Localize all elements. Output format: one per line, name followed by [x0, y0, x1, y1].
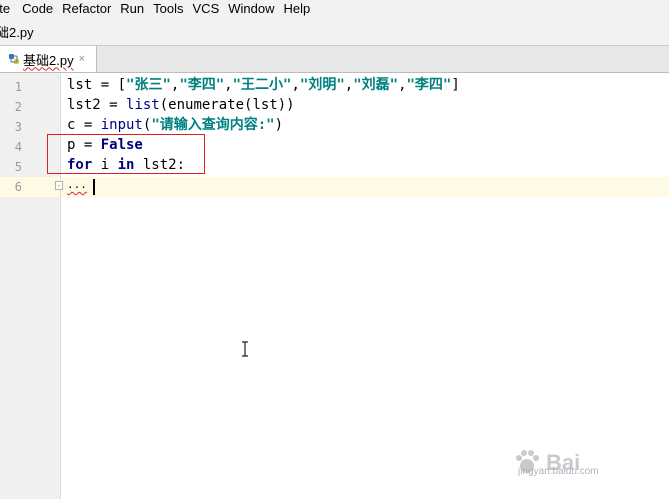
code-token: ... [67, 178, 87, 191]
menu-run[interactable]: Run [114, 1, 147, 16]
string-literal: "刘磊" [353, 77, 399, 93]
string-literal: "李四" [179, 77, 225, 93]
code-token: (enumerate(lst)) [159, 97, 295, 113]
menu-vcs[interactable]: VCS [187, 1, 223, 16]
line-number: 5 [14, 160, 22, 174]
code-token: lst2 = [67, 97, 127, 113]
builtin-name: input [100, 117, 143, 133]
code-token: ] [451, 77, 460, 93]
code-editor[interactable]: 1 2 3 4 5 6 - lst = ["张三","李四","王二小","刘明… [0, 73, 669, 499]
menu-tools[interactable]: Tools [147, 1, 186, 16]
close-icon[interactable]: × [79, 53, 85, 65]
code-line-3: c = input("请输入查询内容:") [67, 115, 283, 135]
line-number: 3 [14, 120, 22, 134]
code-token: , [398, 77, 407, 93]
line-number: 1 [14, 80, 22, 94]
code-token: lst = [ [67, 77, 127, 93]
tab-file[interactable]: 基础2.py × [0, 46, 97, 72]
line-number: 6 [14, 180, 22, 194]
ibeam-cursor-icon [242, 341, 248, 357]
editor-tab-bar: 基础2.py × [0, 46, 669, 73]
code-token: , [291, 77, 300, 93]
menu-window[interactable]: Window [222, 1, 277, 16]
builtin-name: list [126, 97, 160, 113]
code-line-6: ... [67, 175, 87, 195]
menu-refactor[interactable]: Refactor [56, 1, 114, 16]
line-number: 2 [14, 100, 22, 114]
menu-bar: ate Code Refactor Run Tools VCS Window H… [0, 0, 669, 17]
current-line-highlight [61, 177, 669, 197]
menu-code[interactable]: Code [16, 1, 56, 16]
string-literal: "请输入查询内容:" [151, 117, 275, 133]
string-literal: "王二小" [232, 77, 292, 93]
code-line-2: lst2 = list(enumerate(lst)) [67, 95, 295, 115]
annotation-highlight-box [47, 134, 205, 174]
string-literal: "刘明" [299, 77, 345, 93]
menu-navigate[interactable]: ate [0, 1, 16, 16]
watermark-subtext: jingyan.baidu.com [518, 466, 599, 477]
code-token: c = [67, 117, 101, 133]
code-line-1: lst = ["张三","李四","王二小","刘明","刘磊","李四"] [67, 75, 460, 95]
breadcrumb-file[interactable]: 础2.py [0, 22, 34, 41]
code-token: ) [274, 117, 284, 133]
string-literal: "李四" [406, 77, 452, 93]
line-number: 4 [14, 140, 22, 154]
code-token: , [224, 77, 233, 93]
code-token: , [344, 77, 354, 93]
text-caret [93, 179, 95, 195]
fold-icon[interactable]: - [55, 181, 63, 190]
baidu-watermark: Bai [512, 428, 662, 498]
menu-help[interactable]: Help [278, 1, 314, 16]
tab-label: 基础2.py [23, 52, 74, 68]
navigation-bar: 础2.py [0, 17, 669, 46]
string-literal: "张三" [126, 77, 171, 93]
python-file-icon [8, 53, 20, 65]
